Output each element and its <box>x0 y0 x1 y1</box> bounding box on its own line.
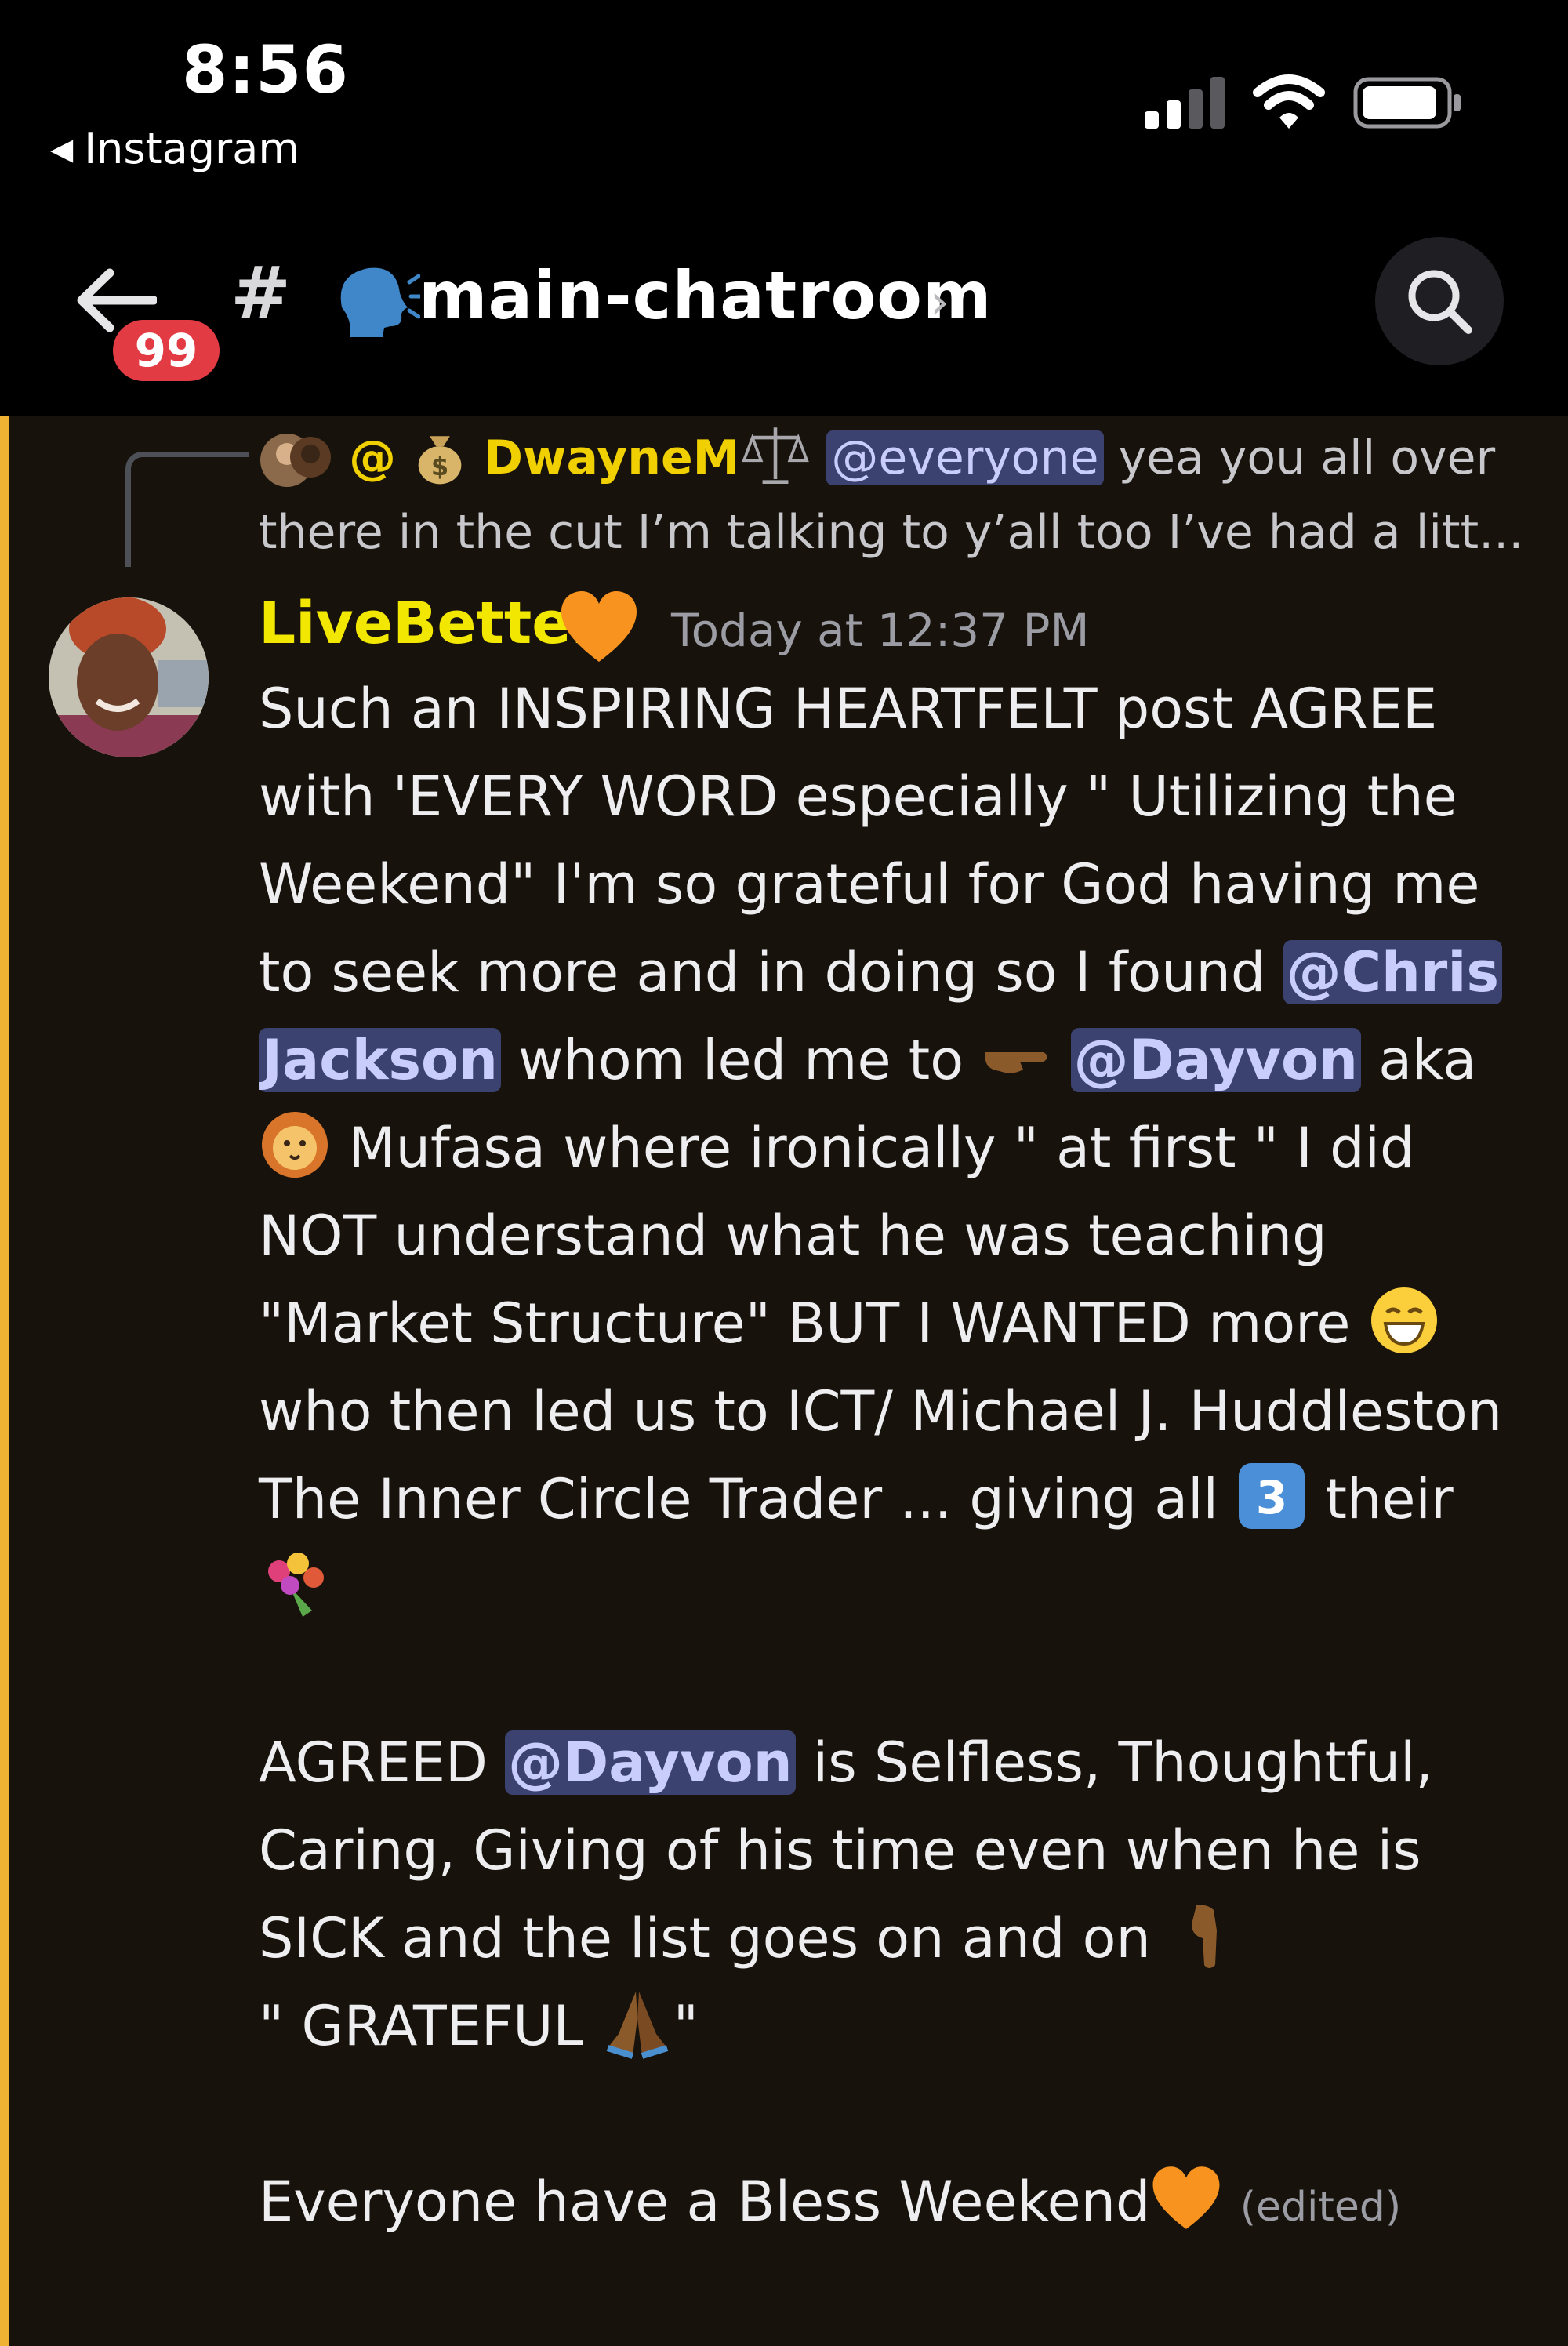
svg-text:$: $ <box>431 452 448 481</box>
message-line: SICK and the list goes on and on <box>259 1894 1544 1982</box>
channel-header: 99 # main-chatroom › <box>0 196 1568 416</box>
reply-preview[interactable]: @ $ DwayneM @everyone yea you all over t… <box>259 422 1544 567</box>
message-text: AGREED <box>259 1730 506 1795</box>
unread-badge: 99 <box>108 315 224 386</box>
search-icon <box>1408 270 1472 334</box>
status-time: 8:56 <box>182 31 349 108</box>
praying-hands-icon <box>606 1992 668 2059</box>
message-body: Such an INSPIRING HEARTFELT post AGREE w… <box>259 665 1544 2246</box>
orange-heart-icon <box>561 591 637 662</box>
message-line <box>259 1543 1544 1631</box>
svg-text:3: 3 <box>1256 1471 1287 1524</box>
message-timestamp: Today at 12:37 PM <box>671 604 1090 657</box>
lion-icon <box>262 1112 328 1178</box>
orange-heart-icon <box>1153 2166 1220 2229</box>
message-text: SICK and the list goes on and on <box>259 1906 1169 1970</box>
message-text: Mufasa where ironically " at first " I d… <box>331 1116 1415 1180</box>
reply-avatar <box>259 423 334 498</box>
pointing-down-icon <box>1192 1905 1218 1968</box>
grin-icon <box>1370 1287 1437 1353</box>
message-text: is Selfless, Thoughtful, <box>795 1730 1433 1795</box>
mention-dayvon[interactable]: @Dayvon <box>1070 1028 1361 1092</box>
message-text: The Inner Circle Trader ... giving all <box>259 1467 1236 1531</box>
message-line: Such an INSPIRING HEARTFELT post AGREE <box>259 677 1438 741</box>
speaking-head-icon <box>340 267 420 337</box>
message-line: NOT understand what he was teaching <box>259 1204 1327 1268</box>
message-line: to seek more and in doing so I found @Ch… <box>259 928 1544 1016</box>
wifi-icon <box>1253 74 1325 129</box>
status-bar: 8:56 ◀ Instagram <box>0 0 1568 196</box>
message-text: " GRATEFUL <box>259 1994 601 2058</box>
avatar[interactable] <box>49 597 209 757</box>
message-author[interactable]: LiveBetter <box>259 590 600 657</box>
message-line: Mufasa where ironically " at first " I d… <box>259 1104 1544 1192</box>
reply-author[interactable]: DwayneM <box>484 430 739 485</box>
message-line: Jackson whom led me to @Dayvon aka <box>259 1016 1544 1104</box>
message-text: to seek more and in doing so I found <box>259 940 1283 1004</box>
message-line: AGREED @Dayvon is Selfless, Thoughtful, <box>259 1719 1544 1807</box>
reply-at: @ <box>349 430 397 485</box>
channel-name[interactable]: main-chatroom <box>419 257 992 334</box>
keycap-3-icon: 3 <box>1239 1463 1305 1529</box>
message-text: whom led me to <box>500 1028 982 1092</box>
message-line: with 'EVERY WORD especially " Utilizing … <box>259 764 1457 829</box>
mention-chris-jackson[interactable]: Jackson <box>259 1028 501 1092</box>
mention-chris-jackson[interactable]: @Chris <box>1283 940 1502 1004</box>
pointing-right-icon <box>985 1052 1048 1073</box>
reply-text-b: there in the cut I’m talking to y’all to… <box>259 505 1524 561</box>
reply-mention-everyone[interactable]: @everyone <box>826 430 1104 485</box>
message-list[interactable]: @ $ DwayneM @everyone yea you all over t… <box>0 416 1568 2346</box>
back-app-label: Instagram <box>84 124 299 173</box>
chevron-right-icon[interactable]: › <box>930 273 949 330</box>
scales-icon <box>742 427 810 484</box>
message-text: aka <box>1360 1028 1477 1092</box>
back-to-instagram[interactable]: ◀ Instagram <box>50 124 299 173</box>
back-triangle-icon: ◀ <box>50 131 74 166</box>
message-line: "Market Structure" BUT I WANTED more <box>259 1280 1544 1367</box>
message-text: their <box>1308 1467 1454 1531</box>
message-line: Everyone have a Bless Weekend (edited) <box>259 2158 1544 2246</box>
bouquet-icon <box>268 1552 324 1617</box>
message-line: The Inner Circle Trader ... giving all 3… <box>259 1455 1544 1543</box>
channel-hash-icon: # <box>230 251 292 335</box>
search-button[interactable] <box>1375 237 1504 365</box>
message-line: Caring, Giving of his time even when he … <box>259 1818 1421 1883</box>
mention-dayvon[interactable]: @Dayvon <box>505 1730 796 1795</box>
money-bag-icon: $ <box>418 436 462 485</box>
message-text: "Market Structure" BUT I WANTED more <box>259 1291 1368 1356</box>
battery-icon <box>1353 77 1461 129</box>
highlight-bar <box>0 416 9 2346</box>
message-line: who then led us to ICT/ Michael J. Huddl… <box>259 1379 1503 1444</box>
reply-connector <box>125 452 249 567</box>
edited-label: (edited) <box>1240 2184 1402 2231</box>
reply-text-a: yea you all over <box>1103 430 1496 485</box>
message-line: " GRATEFUL " <box>259 1982 1544 2070</box>
signal-icon <box>1145 77 1225 129</box>
message-text: Everyone have a Bless Weekend <box>259 2170 1151 2234</box>
message-text: " <box>673 1994 699 2058</box>
message-line: Weekend" I'm so grateful for God having … <box>259 852 1480 917</box>
